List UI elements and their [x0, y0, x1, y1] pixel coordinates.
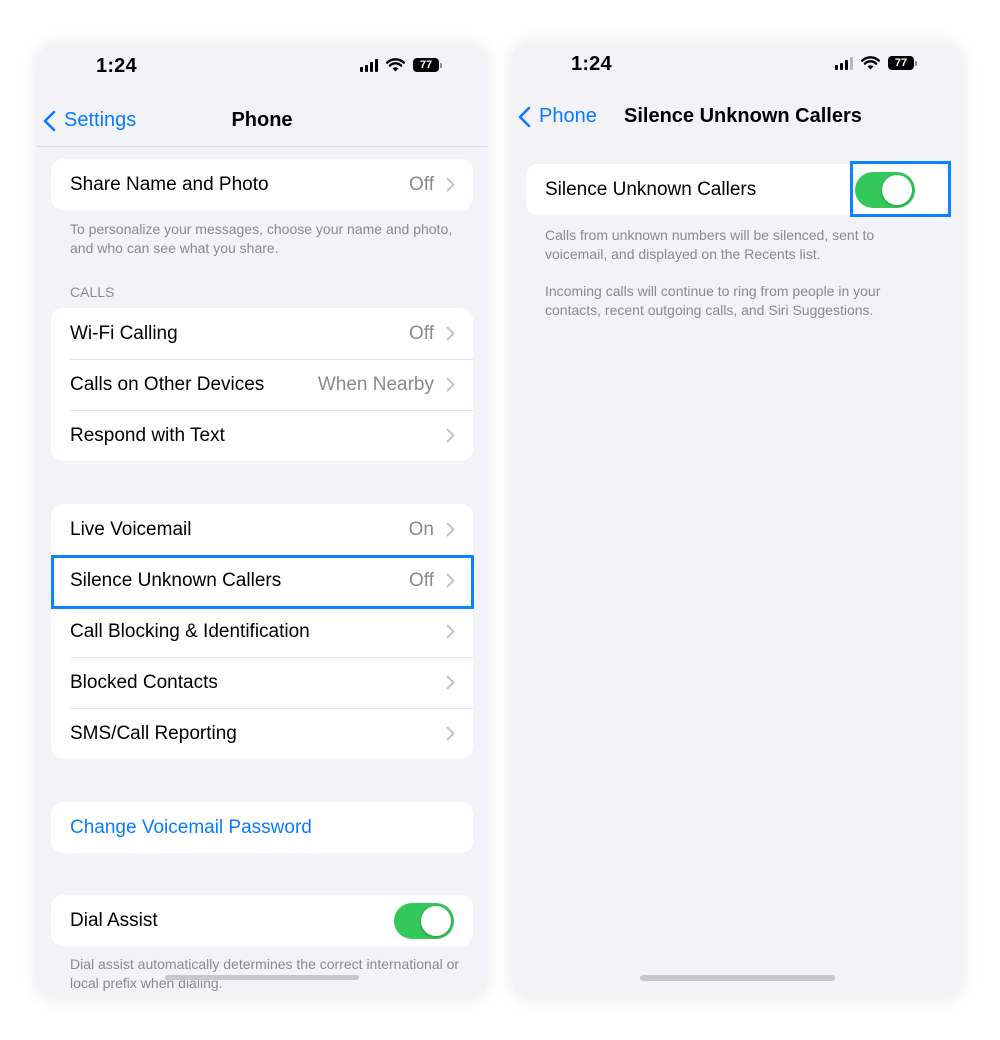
voicemail-password-group: Change Voicemail Password — [51, 802, 473, 853]
row-label: Silence Unknown Callers — [545, 178, 757, 200]
phone-settings-screen: 1:24 77 Settings Phone Share Name and Ph… — [37, 45, 487, 998]
wifi-calling-row[interactable]: Wi-Fi Calling Off — [51, 308, 473, 359]
dial-assist-row: Dial Assist — [51, 895, 473, 946]
home-indicator — [640, 975, 835, 981]
battery-level: 77 — [413, 58, 439, 72]
row-label: Silence Unknown Callers — [70, 569, 282, 591]
chevron-right-icon — [446, 675, 455, 690]
silence-footnote-2: Incoming calls will continue to ring fro… — [545, 283, 881, 318]
chevron-right-icon — [446, 326, 455, 341]
share-footnote: To personalize your messages, choose you… — [70, 221, 453, 256]
navigation-bar: Settings Phone — [37, 99, 487, 147]
battery-icon: 77 — [413, 58, 442, 72]
silence-unknown-callers-toggle-row: Silence Unknown Callers — [526, 164, 948, 215]
respond-with-text-row[interactable]: Respond with Text — [51, 410, 473, 461]
back-label: Phone — [539, 105, 597, 127]
row-label: Share Name and Photo — [70, 173, 269, 195]
row-label: Live Voicemail — [70, 518, 192, 540]
chevron-left-icon — [518, 106, 531, 127]
status-icons: 77 — [835, 56, 917, 70]
chevron-right-icon — [446, 522, 455, 537]
back-button-phone[interactable]: Phone — [518, 105, 597, 128]
row-label: Dial Assist — [70, 909, 158, 931]
blocked-contacts-row[interactable]: Blocked Contacts — [51, 657, 473, 708]
status-time: 1:24 — [571, 53, 612, 75]
change-voicemail-password-button[interactable]: Change Voicemail Password — [51, 802, 473, 853]
row-label: Change Voicemail Password — [70, 816, 312, 838]
silence-unknown-callers-screen: 1:24 77 Phone Silence Unknown Callers Si… — [512, 43, 962, 998]
share-group: Share Name and Photo Off — [51, 159, 473, 210]
row-label: Calls on Other Devices — [70, 373, 265, 395]
cellular-signal-icon — [360, 58, 378, 72]
chevron-right-icon — [446, 573, 455, 588]
silence-unknown-callers-row[interactable]: Silence Unknown Callers Off — [51, 555, 473, 606]
silence-unknown-callers-toggle[interactable] — [855, 171, 915, 208]
calls-other-devices-row[interactable]: Calls on Other Devices When Nearby — [51, 359, 473, 410]
calls-section-header: CALLS — [70, 284, 115, 300]
battery-icon: 77 — [888, 56, 917, 70]
row-value: Off — [409, 173, 434, 195]
status-icons: 77 — [360, 58, 442, 72]
row-label: Respond with Text — [70, 424, 225, 446]
chevron-right-icon — [446, 624, 455, 639]
row-label: SMS/Call Reporting — [70, 722, 237, 744]
dial-assist-footnote: Dial assist automatically determines the… — [70, 956, 460, 991]
silence-footnote-1: Calls from unknown numbers will be silen… — [545, 227, 875, 262]
wifi-icon — [386, 58, 405, 72]
battery-level: 77 — [888, 56, 914, 70]
page-title: Silence Unknown Callers — [624, 105, 862, 127]
navigation-bar: Phone Silence Unknown Callers — [512, 95, 962, 139]
row-label: Wi-Fi Calling — [70, 322, 178, 344]
home-indicator — [165, 975, 359, 980]
cellular-signal-icon — [835, 56, 853, 70]
chevron-right-icon — [446, 726, 455, 741]
sms-call-reporting-row[interactable]: SMS/Call Reporting — [51, 708, 473, 759]
voicemail-group: Live Voicemail On Silence Unknown Caller… — [51, 504, 473, 759]
status-bar: 1:24 77 — [37, 45, 487, 95]
dial-assist-toggle[interactable] — [394, 902, 454, 939]
call-blocking-row[interactable]: Call Blocking & Identification — [51, 606, 473, 657]
row-label: Blocked Contacts — [70, 671, 218, 693]
live-voicemail-row[interactable]: Live Voicemail On — [51, 504, 473, 555]
wifi-icon — [861, 56, 880, 70]
status-bar: 1:24 77 — [512, 43, 962, 93]
chevron-right-icon — [446, 377, 455, 392]
share-name-photo-row[interactable]: Share Name and Photo Off — [51, 159, 473, 210]
dial-assist-group: Dial Assist — [51, 895, 473, 946]
row-value: Off — [409, 569, 434, 591]
row-value: Off — [409, 322, 434, 344]
chevron-right-icon — [446, 177, 455, 192]
row-value: On — [408, 518, 434, 540]
silence-toggle-group: Silence Unknown Callers — [526, 164, 948, 215]
row-value: When Nearby — [317, 373, 434, 395]
row-label: Call Blocking & Identification — [70, 620, 310, 642]
calls-group: Wi-Fi Calling Off Calls on Other Devices… — [51, 308, 473, 461]
status-time: 1:24 — [96, 55, 137, 77]
page-title: Phone — [231, 109, 293, 131]
chevron-right-icon — [446, 428, 455, 443]
